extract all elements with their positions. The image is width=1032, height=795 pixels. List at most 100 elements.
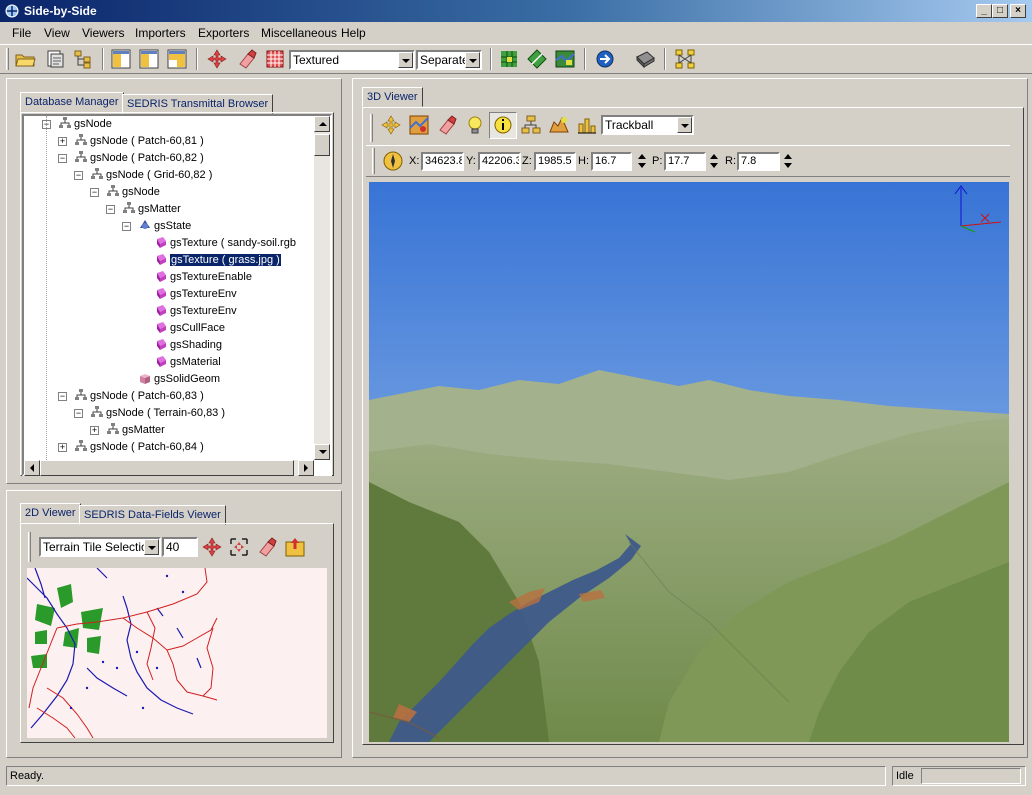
- menu-miscellaneous[interactable]: Miscellaneous: [261, 26, 337, 40]
- tab-sedris-transmittal-browser[interactable]: SEDRIS Transmittal Browser: [122, 94, 274, 114]
- diamond-icon[interactable]: [526, 48, 548, 70]
- menu-exporters[interactable]: Exporters: [198, 26, 249, 40]
- layout-mode-select[interactable]: Separate: [416, 50, 482, 70]
- toolbar-grip[interactable]: [370, 114, 373, 142]
- tab-3d-viewer[interactable]: 3D Viewer: [362, 87, 423, 107]
- tile-icon[interactable]: [498, 48, 520, 70]
- tree-item[interactable]: gsNode ( Grid-60,82 ): [90, 167, 212, 184]
- tree-item[interactable]: gsNode ( Patch-60,82 ): [74, 150, 204, 167]
- heading-field[interactable]: 16.7: [591, 152, 632, 171]
- tree-item[interactable]: gsNode: [106, 184, 160, 201]
- menu-viewers[interactable]: Viewers: [82, 26, 124, 40]
- tree-item[interactable]: gsNode: [58, 116, 112, 133]
- x-coordinate-field[interactable]: 34623.8: [421, 152, 464, 171]
- viewer-3d-canvas[interactable]: [369, 182, 1009, 742]
- move-icon[interactable]: [206, 48, 228, 70]
- menu-importers[interactable]: Importers: [135, 26, 186, 40]
- scroll-down-button[interactable]: [314, 444, 330, 460]
- info-icon[interactable]: [492, 114, 514, 136]
- tree-item[interactable]: gsCullFace: [154, 320, 225, 337]
- tile-value-input[interactable]: 40: [162, 537, 198, 557]
- grid-icon[interactable]: [264, 48, 286, 70]
- move-icon[interactable]: [201, 536, 223, 558]
- scroll-thumb[interactable]: [40, 460, 294, 476]
- minimize-button[interactable]: _: [976, 4, 992, 18]
- terrain-icon[interactable]: [548, 114, 570, 136]
- toolbar-grip[interactable]: [28, 532, 31, 562]
- chevron-down-icon[interactable]: [144, 539, 159, 555]
- network-icon[interactable]: [674, 48, 696, 70]
- terrain-texture-icon[interactable]: [408, 114, 430, 136]
- tree-vertical-scrollbar[interactable]: [314, 116, 330, 460]
- bar-chart-icon[interactable]: [576, 114, 598, 136]
- collapse-toggle[interactable]: −: [74, 409, 83, 418]
- expand-toggle[interactable]: +: [58, 443, 67, 452]
- tree-item[interactable]: gsTextureEnable: [154, 269, 252, 286]
- open-folder-icon[interactable]: [14, 48, 36, 70]
- tree-item[interactable]: gsNode ( Terrain-60,83 ): [90, 405, 225, 422]
- y-coordinate-field[interactable]: 42206.3: [478, 152, 521, 171]
- close-button[interactable]: ×: [1010, 4, 1026, 18]
- collapse-toggle[interactable]: −: [90, 188, 99, 197]
- move-icon[interactable]: [380, 114, 402, 136]
- tree-item[interactable]: gsTexture ( sandy-soil.rgb: [154, 235, 296, 252]
- tree-item[interactable]: gsMaterial: [154, 354, 221, 371]
- tree-item[interactable]: gsMatter: [106, 422, 165, 439]
- scroll-thumb[interactable]: [314, 134, 330, 156]
- eraser-icon[interactable]: [236, 48, 258, 70]
- import-icon[interactable]: [44, 48, 66, 70]
- zoom-extents-icon[interactable]: [228, 536, 250, 558]
- chevron-down-icon[interactable]: [677, 117, 692, 133]
- eraser-icon[interactable]: [256, 536, 278, 558]
- navigation-mode-select[interactable]: Trackball: [601, 115, 694, 135]
- layout-center-icon[interactable]: [138, 48, 160, 70]
- light-bulb-icon[interactable]: [464, 114, 486, 136]
- toolbar-grip[interactable]: [372, 148, 375, 174]
- selection-mode-select[interactable]: Terrain Tile Selection: [39, 537, 161, 557]
- heading-spinner[interactable]: [638, 152, 646, 170]
- map-icon[interactable]: [554, 48, 576, 70]
- roll-field[interactable]: 7.8: [737, 152, 780, 171]
- tree-item[interactable]: gsNode ( Patch-60,83 ): [74, 388, 204, 405]
- scroll-up-button[interactable]: [314, 116, 330, 132]
- scroll-right-button[interactable]: [298, 460, 314, 476]
- eraser-icon[interactable]: [436, 114, 458, 136]
- hierarchy-icon[interactable]: [72, 48, 94, 70]
- menu-view[interactable]: View: [44, 26, 70, 40]
- map-2d-canvas[interactable]: [27, 568, 327, 738]
- arrow-icon[interactable]: [594, 48, 616, 70]
- scroll-left-button[interactable]: [24, 460, 40, 476]
- tree-item[interactable]: gsMatter: [122, 201, 181, 218]
- tree-item[interactable]: gsTexture ( grass.jpg ): [154, 252, 282, 269]
- compass-icon[interactable]: [382, 150, 404, 172]
- tree-item[interactable]: gsTextureEnv: [154, 303, 237, 320]
- collapse-toggle[interactable]: −: [74, 171, 83, 180]
- tree-item[interactable]: gsNode ( Patch-60,81 ): [74, 133, 204, 150]
- tree-item[interactable]: gsShading: [154, 337, 222, 354]
- menu-help[interactable]: Help: [341, 26, 366, 40]
- menu-file[interactable]: File: [12, 26, 31, 40]
- export-map-icon[interactable]: [284, 536, 306, 558]
- tree-item[interactable]: gsSolidGeom: [138, 371, 220, 388]
- tree-horizontal-scrollbar[interactable]: [24, 460, 314, 476]
- expand-toggle[interactable]: +: [58, 137, 67, 146]
- chevron-down-icon[interactable]: [398, 52, 413, 68]
- hierarchy-icon[interactable]: [520, 114, 542, 136]
- pitch-spinner[interactable]: [710, 152, 718, 170]
- tree-item[interactable]: gsState: [138, 218, 191, 235]
- collapse-toggle[interactable]: −: [58, 392, 67, 401]
- layout-left-icon[interactable]: [110, 48, 132, 70]
- tool-icon[interactable]: [634, 48, 656, 70]
- tab-database-manager[interactable]: Database Manager: [20, 92, 124, 112]
- collapse-toggle[interactable]: −: [58, 154, 67, 163]
- pitch-field[interactable]: 17.7: [664, 152, 706, 171]
- maximize-button[interactable]: □: [992, 4, 1008, 18]
- scene-tree[interactable]: − gsNode + gsNode ( Patch-60,81 ) − gsNode ( …: [22, 114, 332, 476]
- tree-item[interactable]: gsTextureEnv: [154, 286, 237, 303]
- roll-spinner[interactable]: [784, 152, 792, 170]
- tab-sedris-data-fields-viewer[interactable]: SEDRIS Data-Fields Viewer: [79, 505, 226, 525]
- render-mode-select[interactable]: Textured: [289, 50, 415, 70]
- tree-item[interactable]: gsNode ( Patch-60,84 ): [74, 439, 204, 456]
- expand-toggle[interactable]: +: [90, 426, 99, 435]
- toolbar-grip[interactable]: [6, 48, 9, 70]
